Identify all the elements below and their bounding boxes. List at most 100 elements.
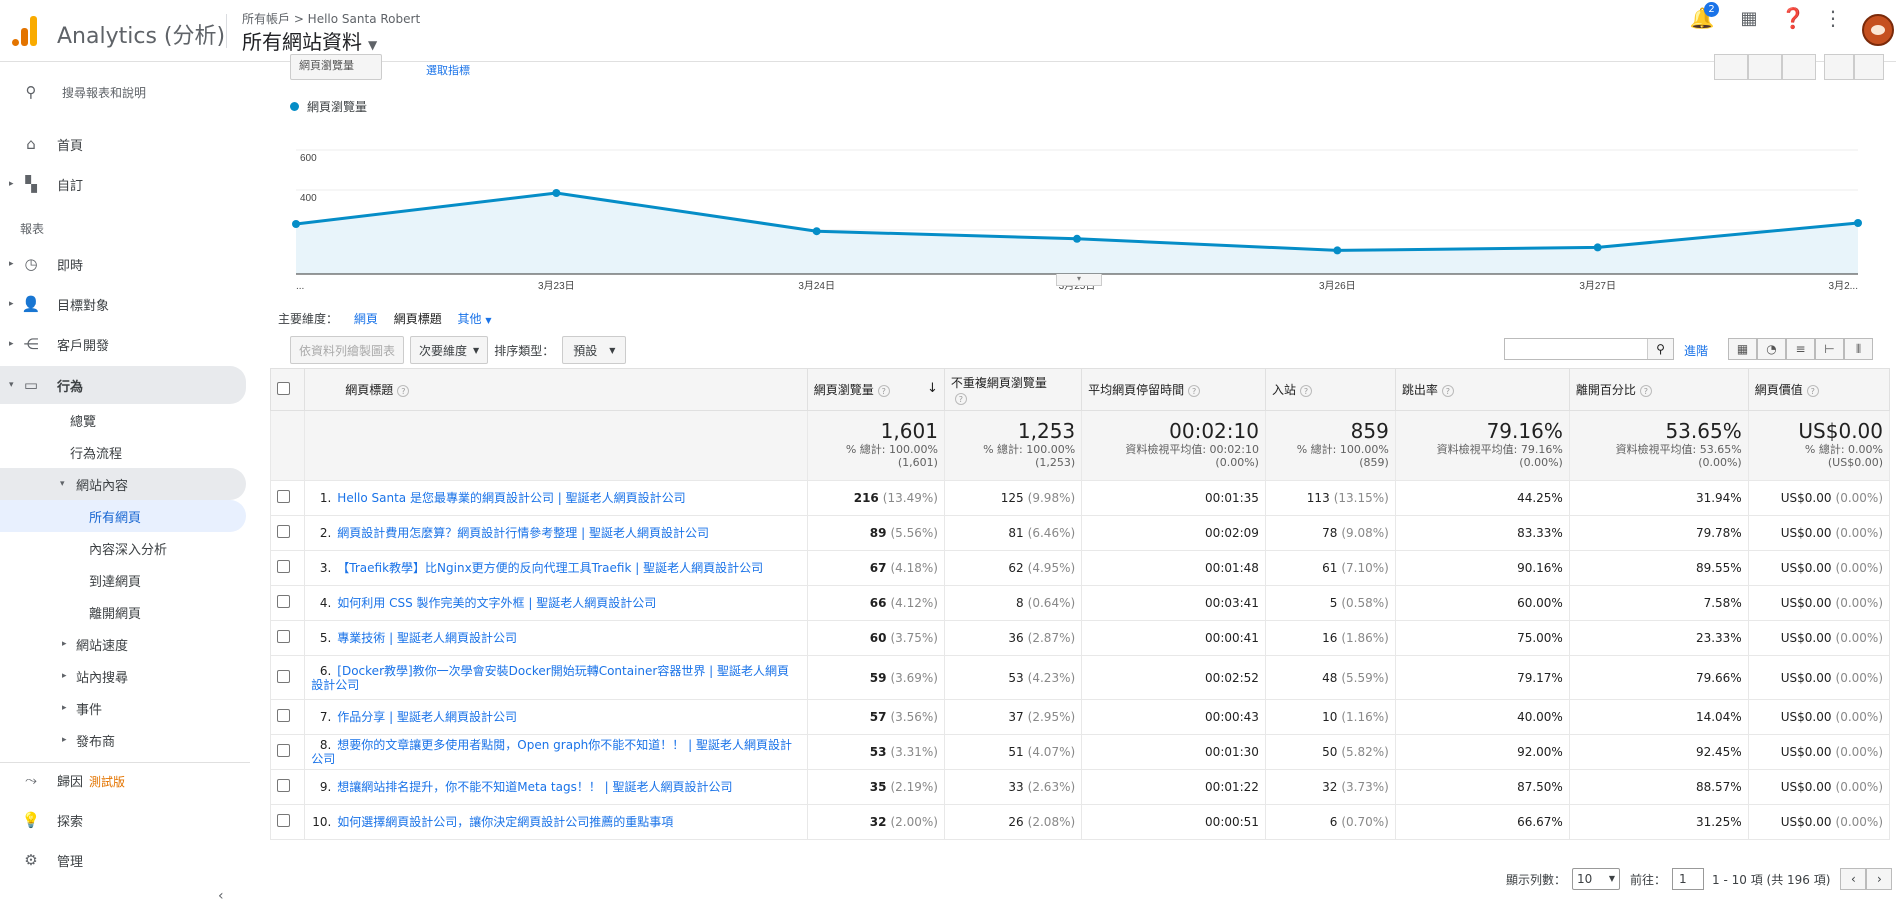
search-reports[interactable]: ⚲ 搜尋報表和說明 (0, 76, 246, 108)
page-title-link[interactable]: 專業技術 | 聖誕老人網頁設計公司 (337, 631, 517, 645)
plot-rows-button[interactable]: 依資料列繪製圖表 (290, 336, 405, 364)
sidebar-item-site-content[interactable]: ▾ 網站內容 (0, 468, 246, 500)
collapse-sidebar-icon[interactable]: ‹ (218, 888, 224, 904)
sidebar-item-site-speed[interactable]: ▸ 網站速度 (0, 628, 246, 660)
sidebar-item-content-drilldown[interactable]: 內容深入分析 (0, 532, 246, 564)
sidebar-item-acquisition[interactable]: ▸ ⋲ 客戶開發 (0, 328, 246, 360)
rows-per-page-select[interactable]: 10 ▼ (1572, 868, 1621, 890)
pie-view-icon[interactable]: ◔ (1757, 338, 1786, 360)
sidebar-item-exit-pages[interactable]: 離開網頁 (0, 596, 246, 628)
help-icon[interactable]: ? (954, 393, 967, 405)
page-title-link[interactable]: 如何選擇網頁設計公司，讓你決定網頁設計公司推薦的重點事項 (337, 815, 673, 829)
sort-type-dropdown[interactable]: 預設 ▼ (562, 336, 627, 364)
help-icon[interactable]: ? (1639, 385, 1652, 397)
sidebar-item-behavior[interactable]: ▾ ▭ 行為 (0, 366, 246, 404)
sidebar-item-admin[interactable]: ⚙ 管理 (0, 844, 246, 876)
page-title-link[interactable]: [Docker教學]教你一次學會安裝Docker開始玩轉Container容器世… (311, 664, 789, 692)
help-icon[interactable]: ? (1188, 385, 1201, 397)
column-header[interactable]: 跳出率? (1394, 368, 1570, 411)
entrances-value: 32 (1322, 780, 1338, 794)
search-icon[interactable]: ⚲ (1647, 339, 1673, 359)
column-header[interactable]: 網頁瀏覽量? ↓ (806, 368, 945, 411)
sidebar-item-landing-pages[interactable]: 到達網頁 (0, 564, 246, 596)
column-header[interactable]: 平均網頁停留時間? (1081, 368, 1266, 411)
dimension-other-dropdown[interactable]: 其他 ▼ (458, 312, 492, 326)
term-cloud-view-icon[interactable]: ⦀ (1844, 338, 1873, 360)
row-checkbox[interactable] (277, 814, 290, 827)
select-all-checkbox[interactable] (277, 381, 290, 395)
sidebar-item-label: 行為流程 (70, 446, 123, 462)
sidebar-item-discover[interactable]: 💡 探索 (0, 804, 246, 836)
property-selector[interactable]: 所有網站資料 ▼ (242, 26, 377, 55)
help-icon[interactable]: ? (877, 385, 890, 397)
line-chart-button[interactable] (1824, 54, 1854, 80)
app-name[interactable]: Analytics (分析) (57, 18, 225, 50)
secondary-dimension-dropdown[interactable]: 次要維度 ▼ (410, 336, 489, 364)
row-checkbox[interactable] (277, 744, 290, 757)
analytics-logo-icon[interactable] (12, 16, 38, 46)
sidebar-item-publisher[interactable]: ▸ 發布商 (0, 724, 246, 756)
pageviews-value: 32 (869, 815, 887, 829)
page-title-link[interactable]: 想讓網站排名提升，你不能不知道Meta tags！！ | 聖誕老人網頁設計公司 (337, 780, 732, 794)
advanced-filter-link[interactable]: 進階 (1684, 342, 1708, 359)
granularity-day-button[interactable] (1714, 54, 1748, 80)
avatar[interactable] (1862, 14, 1894, 46)
chart-collapse-handle[interactable]: ▾ (1056, 274, 1102, 286)
notifications-button[interactable]: 🔔 2 (1684, 0, 1720, 36)
goto-page-input[interactable]: 1 (1672, 868, 1705, 890)
help-icon[interactable]: ? (1441, 385, 1454, 397)
help-icon[interactable]: ? (1806, 385, 1819, 397)
next-page-button[interactable]: › (1866, 868, 1893, 890)
comparison-view-icon[interactable]: ⊢ (1815, 338, 1844, 360)
page-title-link[interactable]: 想要你的文章讓更多使用者點閱，Open graph你不能不知道！！ | 聖誕老人… (311, 738, 792, 766)
sidebar-item-custom[interactable]: ▸ ▚ 自訂 (0, 168, 246, 200)
breadcrumb[interactable]: 所有帳戶 > Hello Santa Robert (242, 10, 420, 27)
sidebar-item-home[interactable]: ⌂ 首頁 (0, 128, 246, 160)
granularity-month-button[interactable] (1782, 54, 1816, 80)
sidebar-item-realtime[interactable]: ▸ ◷ 即時 (0, 248, 246, 280)
row-checkbox[interactable] (277, 779, 290, 792)
help-icon[interactable]: ? (1299, 385, 1312, 397)
granularity-week-button[interactable] (1748, 54, 1782, 80)
row-checkbox[interactable] (277, 709, 290, 722)
row-checkbox[interactable] (277, 525, 290, 538)
row-checkbox[interactable] (277, 560, 290, 573)
sidebar-item-all-pages[interactable]: 所有網頁 (0, 500, 246, 532)
more-vert-icon[interactable]: ⋮ (1815, 0, 1851, 36)
prev-page-button[interactable]: ‹ (1840, 868, 1867, 890)
apps-grid-icon[interactable]: ▦ (1731, 0, 1767, 36)
performance-view-icon[interactable]: ≡ (1786, 338, 1815, 360)
help-icon[interactable]: ❓ (1775, 0, 1811, 36)
sidebar-item-attribution[interactable]: ⤳ 歸因 測試版 (0, 764, 246, 796)
column-header[interactable]: 離開百分比? (1568, 368, 1749, 411)
column-header[interactable]: 入站? (1264, 368, 1396, 411)
row-index: 1. (319, 491, 332, 505)
row-checkbox[interactable] (277, 669, 290, 683)
page-title-link[interactable]: 如何利用 CSS 製作完美的文字外框 | 聖誕老人網頁設計公司 (337, 596, 656, 610)
select-metric-link[interactable]: 選取指標 (426, 62, 470, 78)
x-tick-label: ... (296, 281, 304, 292)
exit-percent-cell: 92.45% (1568, 734, 1749, 770)
row-checkbox[interactable] (277, 630, 290, 643)
sidebar-item-events[interactable]: ▸ 事件 (0, 692, 246, 724)
table-view-icon[interactable]: ▦ (1728, 338, 1757, 360)
sidebar-item-site-search[interactable]: ▸ 站內搜尋 (0, 660, 246, 692)
row-checkbox[interactable] (277, 490, 290, 503)
column-header[interactable]: 網頁價值? (1747, 368, 1891, 411)
sidebar-item-behavior-flow[interactable]: 行為流程 (0, 436, 246, 468)
sidebar-item-overview[interactable]: 總覽 (0, 404, 246, 436)
column-header[interactable]: 網頁標題? (304, 368, 808, 411)
metric-selector[interactable]: 網頁瀏覽量 (290, 54, 382, 80)
table-search-input[interactable]: ⚲ (1504, 338, 1674, 360)
page-title-link[interactable]: 網頁設計費用怎麼算？網頁設計行情參考整理 | 聖誕老人網頁設計公司 (337, 526, 709, 540)
sidebar-item-audience[interactable]: ▸ 👤 目標對象 (0, 288, 246, 320)
help-icon[interactable]: ? (397, 385, 410, 397)
page-title-link[interactable]: 【Traefik教學】比Nginx更方便的反向代理工具Traefik | 聖誕老… (337, 561, 763, 575)
dimension-page-link[interactable]: 網頁 (354, 312, 378, 326)
page-title-link[interactable]: Hello Santa 是您最專業的網頁設計公司 | 聖誕老人網頁設計公司 (337, 491, 685, 505)
row-index: 3. (319, 561, 332, 575)
row-checkbox[interactable] (277, 595, 290, 608)
column-header[interactable]: 不重複網頁瀏覽量? (943, 368, 1083, 411)
motion-chart-button[interactable] (1854, 54, 1884, 80)
page-title-link[interactable]: 作品分享 | 聖誕老人網頁設計公司 (337, 710, 517, 724)
